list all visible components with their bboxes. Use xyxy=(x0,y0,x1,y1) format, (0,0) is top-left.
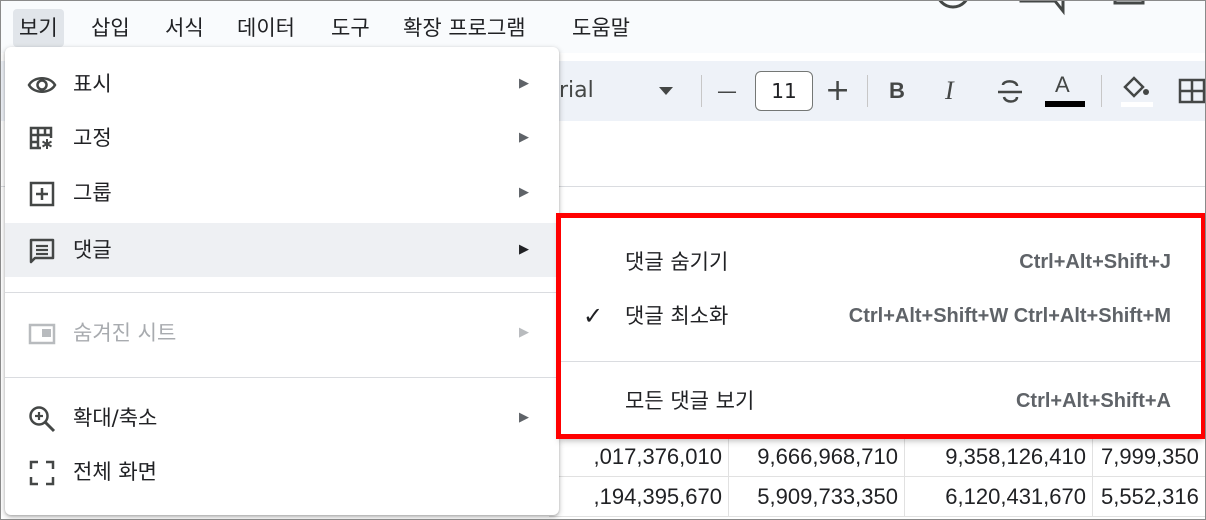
cell[interactable]: 9,358,126,410 xyxy=(905,437,1093,477)
menu-extensions[interactable]: 확장 프로그램 xyxy=(397,9,532,47)
cell[interactable]: 7,999,350 xyxy=(1093,437,1205,477)
fill-color-icon[interactable] xyxy=(1119,73,1153,107)
menu-item-label: 전체 화면 xyxy=(73,460,157,484)
menu-divider xyxy=(5,292,559,293)
comment-icon xyxy=(29,238,55,264)
submenu-item-show-all-comments[interactable]: 모든 댓글 보기 Ctrl+Alt+Shift+A xyxy=(559,374,1203,428)
submenu-item-label: 댓글 숨기기 xyxy=(625,250,729,274)
meet-icon[interactable] xyxy=(1109,0,1153,17)
menu-tools[interactable]: 도구 xyxy=(325,9,376,47)
borders-icon[interactable] xyxy=(1177,77,1206,105)
cell[interactable]: 6,120,431,670 xyxy=(905,477,1093,517)
cell[interactable]: 5,552,316 xyxy=(1093,477,1205,517)
decrease-font-size-button[interactable]: — xyxy=(717,61,737,121)
app-window: 보기 삽입 서식 데이터 도구 확장 프로그램 도움말 rial — + B I xyxy=(0,0,1206,520)
menu-item-label: 확대/축소 xyxy=(73,406,158,430)
menu-item-fullscreen[interactable]: 전체 화면 xyxy=(5,445,559,499)
submenu-item-label: 모든 댓글 보기 xyxy=(625,389,755,413)
cell[interactable]: 5,909,733,350 xyxy=(729,477,905,517)
bold-button[interactable]: B xyxy=(889,61,905,121)
menu-format[interactable]: 서식 xyxy=(159,9,210,47)
submenu-arrow-icon: ▶ xyxy=(519,410,529,425)
eye-icon xyxy=(27,77,57,93)
menubar: 보기 삽입 서식 데이터 도구 확장 프로그램 도움말 xyxy=(1,1,1205,53)
view-menu-dropdown: 표시 ▶ 고정 ▶ 그룹 ▶ 댓글 ▶ 숨겨진 시트 ▶ 확대/축소 ▶ 전체 … xyxy=(5,47,559,515)
italic-button[interactable]: I xyxy=(945,61,954,121)
hidden-sheet-icon xyxy=(28,323,56,345)
keyboard-shortcut: Ctrl+Alt+Shift+J xyxy=(1019,251,1171,273)
submenu-item-label: 댓글 최소화 xyxy=(625,304,729,328)
submenu-arrow-icon: ▶ xyxy=(519,242,529,257)
submenu-arrow-icon: ▶ xyxy=(519,76,529,91)
caret-down-icon[interactable] xyxy=(657,85,675,97)
submenu-arrow-icon: ▶ xyxy=(519,130,529,145)
toolbar-divider xyxy=(867,75,868,107)
comments-submenu: 댓글 숨기기 Ctrl+Alt+Shift+J ✓ 댓글 최소화 Ctrl+Al… xyxy=(559,215,1203,439)
menu-data[interactable]: 데이터 xyxy=(231,9,301,47)
zoom-in-icon xyxy=(29,406,56,433)
cell[interactable]: ,194,395,670 xyxy=(549,477,729,517)
submenu-item-hide-comments[interactable]: 댓글 숨기기 Ctrl+Alt+Shift+J xyxy=(559,235,1203,289)
menu-item-freeze[interactable]: 고정 ▶ xyxy=(5,111,559,165)
menu-item-label: 고정 xyxy=(73,126,112,150)
increase-font-size-button[interactable]: + xyxy=(825,61,850,121)
menu-item-label: 숨겨진 시트 xyxy=(73,321,177,345)
keyboard-shortcut: Ctrl+Alt+Shift+W Ctrl+Alt+Shift+M xyxy=(848,305,1171,327)
menu-item-show[interactable]: 표시 ▶ xyxy=(5,57,559,111)
menu-item-group[interactable]: 그룹 ▶ xyxy=(5,166,559,220)
submenu-item-minimize-comments[interactable]: ✓ 댓글 최소화 Ctrl+Alt+Shift+W Ctrl+Alt+Shift… xyxy=(559,289,1203,343)
menu-divider xyxy=(5,377,559,378)
menu-insert[interactable]: 삽입 xyxy=(85,9,136,47)
toolbar-divider xyxy=(1101,75,1102,107)
keyboard-shortcut: Ctrl+Alt+Shift+A xyxy=(1015,390,1171,412)
toolbar-divider xyxy=(701,75,702,107)
cell[interactable]: 9,666,968,710 xyxy=(729,437,905,477)
text-color-swatch xyxy=(1045,101,1085,107)
menu-item-label: 그룹 xyxy=(73,181,112,205)
strikethrough-icon[interactable] xyxy=(995,77,1025,105)
submenu-arrow-icon: ▶ xyxy=(519,325,529,340)
font-size-input[interactable]: 11 xyxy=(755,71,813,111)
menu-view[interactable]: 보기 xyxy=(13,9,64,47)
cell[interactable]: ,017,376,010 xyxy=(549,437,729,477)
menu-item-comments[interactable]: 댓글 ▶ xyxy=(5,223,559,277)
group-plus-icon xyxy=(29,181,55,207)
menu-item-label: 표시 xyxy=(73,72,112,96)
font-family-select[interactable]: rial xyxy=(559,61,594,121)
menu-item-label: 댓글 xyxy=(73,238,112,262)
menu-help[interactable]: 도움말 xyxy=(566,9,636,47)
menu-item-hidden-sheets: 숨겨진 시트 ▶ xyxy=(5,306,559,360)
checkmark-icon: ✓ xyxy=(583,302,604,330)
menu-divider xyxy=(559,361,1203,362)
freeze-icon xyxy=(29,126,53,150)
submenu-arrow-icon: ▶ xyxy=(519,185,529,200)
fullscreen-icon xyxy=(29,460,55,486)
comment-toolbar-icon[interactable] xyxy=(1015,0,1065,17)
history-icon[interactable] xyxy=(931,0,975,17)
menu-item-zoom[interactable]: 확대/축소 ▶ xyxy=(5,391,559,445)
